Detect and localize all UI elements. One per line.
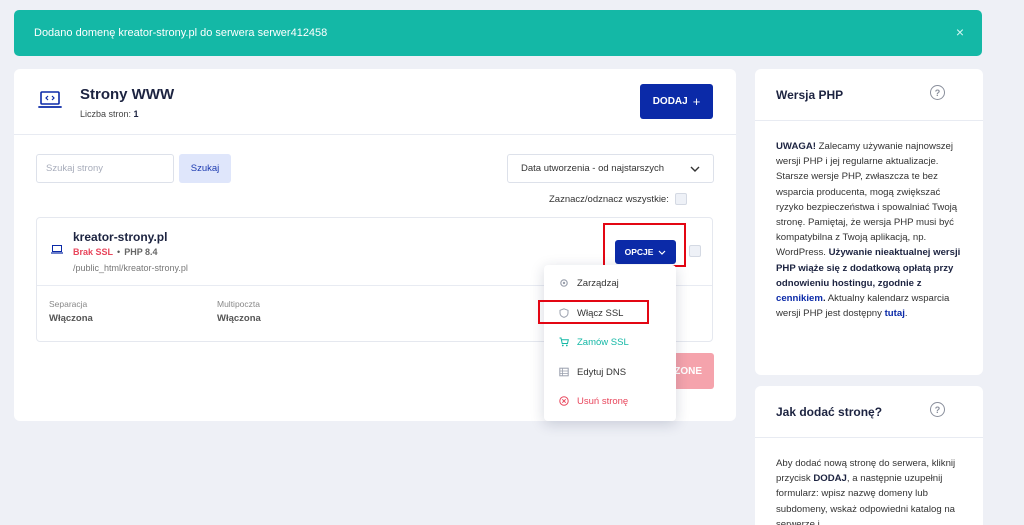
sort-value: Data utworzenia - od najstarszych — [521, 163, 665, 174]
select-all: Zaznacz/odznacz wszystkie: — [549, 193, 687, 205]
menu-item-label: Edytuj DNS — [577, 366, 627, 378]
howto-card-text: Aby dodać nową stronę do serwera, klikni… — [776, 456, 966, 525]
enable-ssl-highlight-box — [538, 300, 649, 324]
websites-header: Strony WWW Liczba stron: 1 DODAJ + — [14, 69, 736, 135]
php-version: PHP 8.4 — [124, 247, 158, 257]
select-all-label: Zaznacz/odznacz wszystkie: — [549, 193, 669, 205]
close-icon[interactable]: × — [956, 24, 964, 40]
alert-message: Dodano domenę kreator-strony.pl do serwe… — [34, 27, 328, 39]
list-icon — [559, 367, 569, 377]
sort-select[interactable]: Data utworzenia - od najstarszych — [507, 154, 714, 183]
chevron-down-icon — [690, 166, 700, 172]
stat-value-multimail: Włączona — [217, 313, 261, 324]
site-name[interactable]: kreator-strony.pl — [73, 230, 167, 244]
php-card-header: Wersja PHP ? — [755, 69, 983, 121]
options-highlight-box — [603, 223, 686, 267]
meta-separator: • — [117, 247, 121, 257]
howto-card-title: Jak dodać stronę? — [776, 405, 883, 419]
site-count-value: 1 — [133, 109, 139, 119]
site-count: Liczba stron: 1 — [80, 109, 139, 119]
menu-item-label: Zamów SSL — [577, 336, 629, 348]
menu-item-label: Usuń stronę — [577, 395, 629, 407]
add-site-button[interactable]: DODAJ + — [640, 84, 713, 119]
plus-icon: + — [692, 94, 701, 109]
pricing-link[interactable]: cennikiem — [776, 293, 823, 304]
page-title: Strony WWW — [80, 86, 175, 103]
help-icon[interactable]: ? — [930, 402, 945, 417]
ssl-status-badge: Brak SSL — [73, 247, 114, 257]
howto-card: Jak dodać stronę? ? Aby dodać nową stron… — [755, 386, 983, 525]
site-path: /public_html/kreator-strony.pl — [73, 263, 188, 273]
menu-item-label: Zarządzaj — [577, 277, 619, 289]
howto-card-header: Jak dodać stronę? ? — [755, 386, 983, 438]
search-button[interactable]: Szukaj — [179, 154, 231, 183]
laptop-code-icon — [38, 91, 62, 108]
laptop-icon — [51, 245, 63, 254]
menu-item-manage[interactable]: Zarządzaj — [544, 270, 676, 296]
site-meta: Brak SSL • PHP 8.4 — [73, 247, 158, 257]
select-all-checkbox[interactable] — [674, 193, 687, 205]
stat-label-separation: Separacja — [49, 299, 88, 309]
site-count-label: Liczba stron: — [80, 109, 132, 119]
php-info-text: Zalecamy używanie najnowszej wersji PHP … — [776, 141, 958, 259]
success-alert: Dodano domenę kreator-strony.pl do serwe… — [14, 10, 982, 56]
php-calendar-dot: . — [904, 308, 908, 320]
howto-add-keyword: DODAJ — [813, 473, 847, 485]
php-version-card: Wersja PHP ? UWAGA! Zalecamy używanie na… — [755, 69, 983, 375]
stat-label-multimail: Multipoczta — [217, 299, 260, 309]
warning-label: UWAGA! — [776, 141, 816, 152]
cart-icon — [559, 337, 569, 347]
stat-value-separation: Włączona — [49, 313, 93, 324]
menu-item-delete-site[interactable]: Usuń stronę — [544, 388, 676, 414]
php-card-title: Wersja PHP — [776, 88, 844, 102]
options-dropdown: Zarządzaj Włącz SSL Zamów SSL Edytuj DNS… — [544, 265, 676, 421]
menu-item-order-ssl[interactable]: Zamów SSL — [544, 329, 676, 355]
search-input[interactable]: Szukaj strony — [36, 154, 174, 183]
php-card-text: UWAGA! Zalecamy używanie najnowszej wers… — [776, 139, 966, 321]
close-circle-icon — [559, 396, 569, 406]
menu-item-edit-dns[interactable]: Edytuj DNS — [544, 359, 676, 385]
add-site-label: DODAJ — [652, 96, 688, 107]
help-icon[interactable]: ? — [930, 85, 945, 100]
gear-icon — [560, 279, 568, 287]
calendar-link[interactable]: tutaj — [885, 308, 905, 319]
site-row-checkbox[interactable] — [689, 245, 701, 257]
